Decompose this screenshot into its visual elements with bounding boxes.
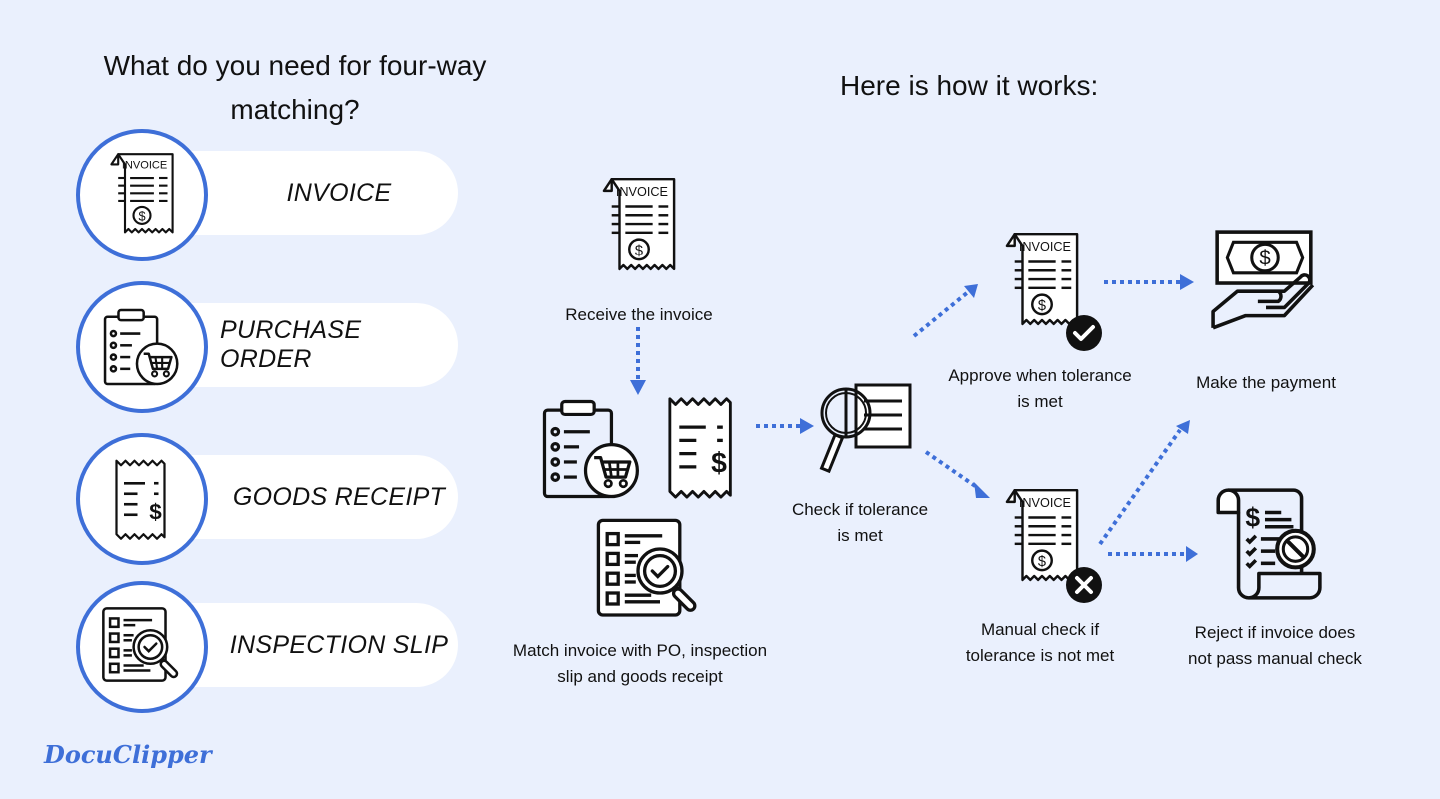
check-badge-icon — [1066, 315, 1102, 351]
magnifier-document-icon — [814, 370, 914, 480]
step-check-label-line2: is met — [837, 526, 883, 545]
step-reject-label: Reject if invoice does not pass manual c… — [1160, 620, 1390, 672]
step-reject-label-line2: not pass manual check — [1188, 649, 1362, 668]
step-approve-label-line2: is met — [1017, 392, 1063, 411]
step-approve-label: Approve when tolerance is met — [930, 363, 1150, 415]
invoice-rejected-icon — [1003, 484, 1107, 604]
step-payment-label: Make the payment — [1196, 373, 1336, 392]
step-check-label-line1: Check if tolerance — [791, 500, 929, 519]
step-reject-label-line1: Reject if invoice does — [1194, 623, 1356, 642]
arrow-manual-to-payment — [1098, 428, 1182, 546]
reject-scroll-icon — [1208, 482, 1324, 604]
arrow-check-to-approve — [912, 290, 970, 338]
step-match-label: Match invoice with PO, inspection slip a… — [480, 638, 800, 690]
step-match-label-line1: Match invoice with PO, inspection — [512, 641, 768, 660]
invoice-approved-icon — [1003, 228, 1107, 354]
goods-receipt-icon — [664, 395, 740, 499]
step-match-label-line2: slip and goods receipt — [557, 667, 723, 686]
step-check-label: Check if tolerance is met — [770, 497, 950, 549]
arrowhead — [630, 380, 646, 395]
arrowhead — [974, 482, 990, 498]
arrow-check-to-manual — [924, 450, 980, 490]
hand-money-icon — [1208, 226, 1322, 338]
step-manual-label-line1: Manual check if — [980, 620, 1100, 639]
arrowhead — [1180, 274, 1194, 290]
step-approve-label-line1: Approve when tolerance — [948, 366, 1132, 385]
invoice-icon — [600, 176, 678, 276]
step-manual-label: Manual check if tolerance is not met — [930, 617, 1150, 669]
step-manual-label-line2: tolerance is not met — [965, 646, 1115, 665]
arrowhead — [1186, 546, 1198, 562]
arrowhead — [800, 418, 814, 434]
inspection-slip-icon — [584, 516, 714, 626]
purchase-order-icon — [538, 395, 646, 503]
x-badge-icon — [1066, 567, 1102, 603]
step-receive-label: Receive the invoice — [565, 305, 713, 324]
